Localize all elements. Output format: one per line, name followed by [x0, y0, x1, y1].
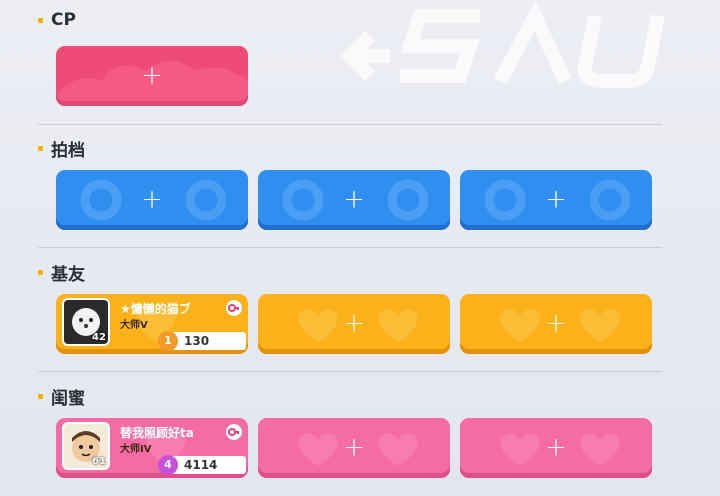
guimi-friend-card[interactable]: 61 替我照顾好ta 大师IV 4 4114: [56, 418, 248, 478]
add-icon: +: [343, 184, 365, 215]
add-icon: +: [343, 432, 365, 463]
paidang-empty-slot-2[interactable]: +: [258, 170, 450, 230]
intimacy-score: 4114: [184, 458, 218, 472]
paidang-empty-slot-1[interactable]: +: [56, 170, 248, 230]
paidang-empty-slot-3[interactable]: +: [460, 170, 652, 230]
intimacy-score: 130: [184, 334, 210, 348]
avatar[interactable]: 42: [62, 298, 110, 346]
section-title-cp: CP: [38, 10, 76, 30]
section-title-paidang: 拍档: [38, 136, 85, 161]
jiyou-empty-slot-3[interactable]: +: [460, 294, 652, 354]
section-label: 拍档: [51, 141, 85, 161]
key-icon[interactable]: [226, 300, 242, 316]
add-icon: +: [141, 60, 163, 91]
heart-level-icon: 1: [158, 331, 178, 351]
section-marker-icon: [38, 394, 43, 399]
add-icon: +: [545, 432, 567, 463]
heart-level-icon: 4: [158, 455, 178, 475]
divider: [38, 371, 662, 372]
section-marker-icon: [38, 17, 43, 23]
divider: [38, 247, 662, 248]
level-badge: 61: [92, 456, 106, 467]
section-label: 闺蜜: [51, 389, 85, 409]
key-icon[interactable]: [226, 424, 242, 440]
add-icon: +: [141, 184, 163, 215]
jiyou-empty-slot-2[interactable]: +: [258, 294, 450, 354]
jiyou-friend-card[interactable]: 42 ★慵懒的猫ブ 大师V 1 130: [56, 294, 248, 354]
divider: [38, 124, 662, 125]
guimi-empty-slot-3[interactable]: +: [460, 418, 652, 478]
avatar[interactable]: 61: [62, 422, 110, 470]
section-label: CP: [51, 10, 76, 30]
section-marker-icon: [38, 270, 43, 275]
friend-rank: 大师V: [120, 320, 148, 331]
add-icon: +: [545, 308, 567, 339]
section-label: 基友: [51, 265, 85, 285]
add-icon: +: [343, 308, 365, 339]
cp-empty-slot[interactable]: +: [56, 46, 248, 106]
section-title-jiyou: 基友: [38, 260, 85, 285]
intimacy-score-bar: 4 4114: [158, 455, 246, 475]
section-marker-icon: [38, 146, 43, 151]
friend-name: ★慵懒的猫ブ: [120, 302, 191, 316]
level-badge: 42: [92, 332, 106, 343]
friend-name: 替我照顾好ta: [120, 426, 194, 440]
intimacy-score-bar: 1 130: [158, 331, 246, 351]
section-title-guimi: 闺蜜: [38, 384, 85, 409]
add-icon: +: [545, 184, 567, 215]
guimi-empty-slot-2[interactable]: +: [258, 418, 450, 478]
friend-rank: 大师IV: [120, 444, 152, 455]
background-logo: [340, 0, 665, 88]
